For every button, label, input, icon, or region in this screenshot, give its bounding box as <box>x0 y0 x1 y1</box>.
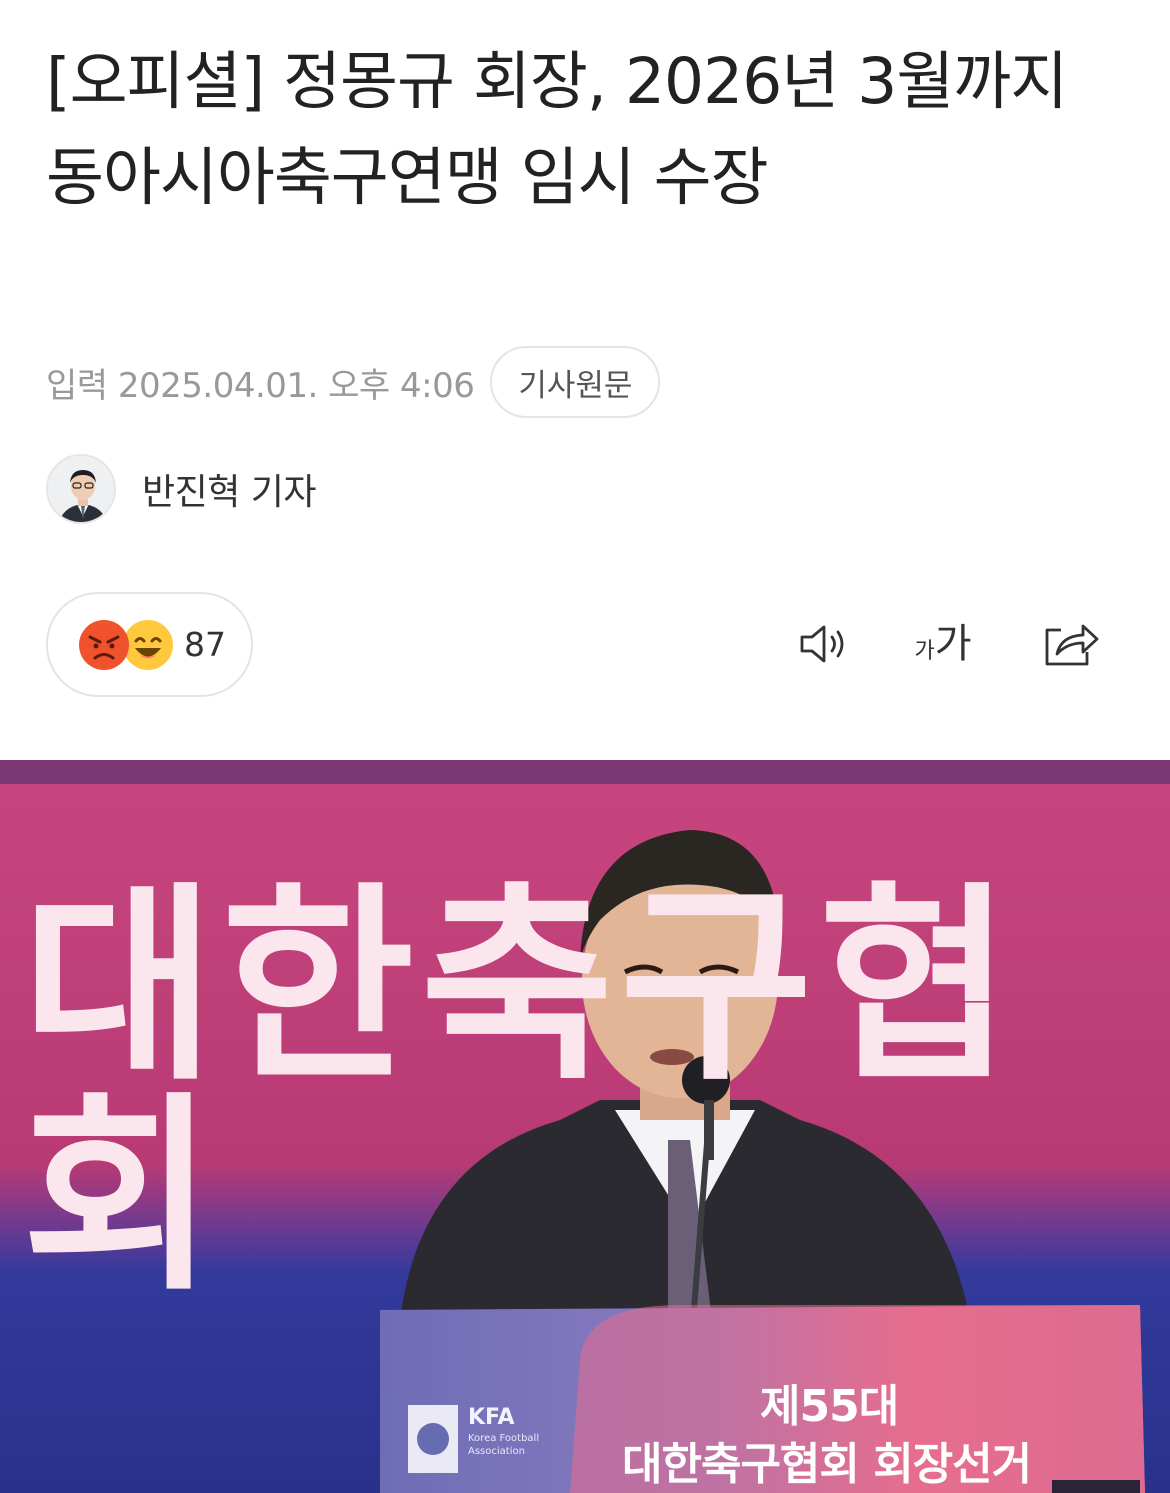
speaker-icon <box>800 625 844 663</box>
angry-emoji-icon <box>79 619 129 670</box>
original-article-button[interactable]: 기사원문 <box>490 346 661 418</box>
article-meta: 입력 2025.04.01. 오후 4:06 기사원문 <box>46 346 661 418</box>
author-name[interactable]: 반진혁 기자 <box>142 463 317 515</box>
share-button[interactable] <box>1034 612 1104 676</box>
reaction-emojis <box>78 619 176 671</box>
photo-banner-text: 대한축구협회 <box>22 864 1019 1319</box>
kfa-subtitle: Korea Football Association <box>468 1433 540 1457</box>
publish-date: 입력 2025.04.01. 오후 4:06 <box>46 365 475 406</box>
author-info[interactable]: 반진혁 기자 <box>46 454 317 524</box>
kfa-logo: KFA <box>468 1405 515 1430</box>
podium-sign-line1: 제55대 <box>760 1381 899 1432</box>
font-size-icon: 가 가 <box>914 621 972 667</box>
podium-sign-line2: 대한축구협회 회장선거 <box>622 1439 1032 1490</box>
reaction-count: 87 <box>184 625 226 664</box>
article-title: [오피셜] 정몽규 회장, 2026년 3월까지 동아시아축구연맹 임시 수장 <box>46 45 1068 214</box>
reaction-button[interactable]: 87 <box>46 592 253 697</box>
author-avatar[interactable] <box>46 454 116 524</box>
share-icon <box>1045 624 1099 666</box>
read-aloud-button[interactable] <box>790 612 860 676</box>
font-size-button[interactable]: 가 가 <box>908 612 978 676</box>
